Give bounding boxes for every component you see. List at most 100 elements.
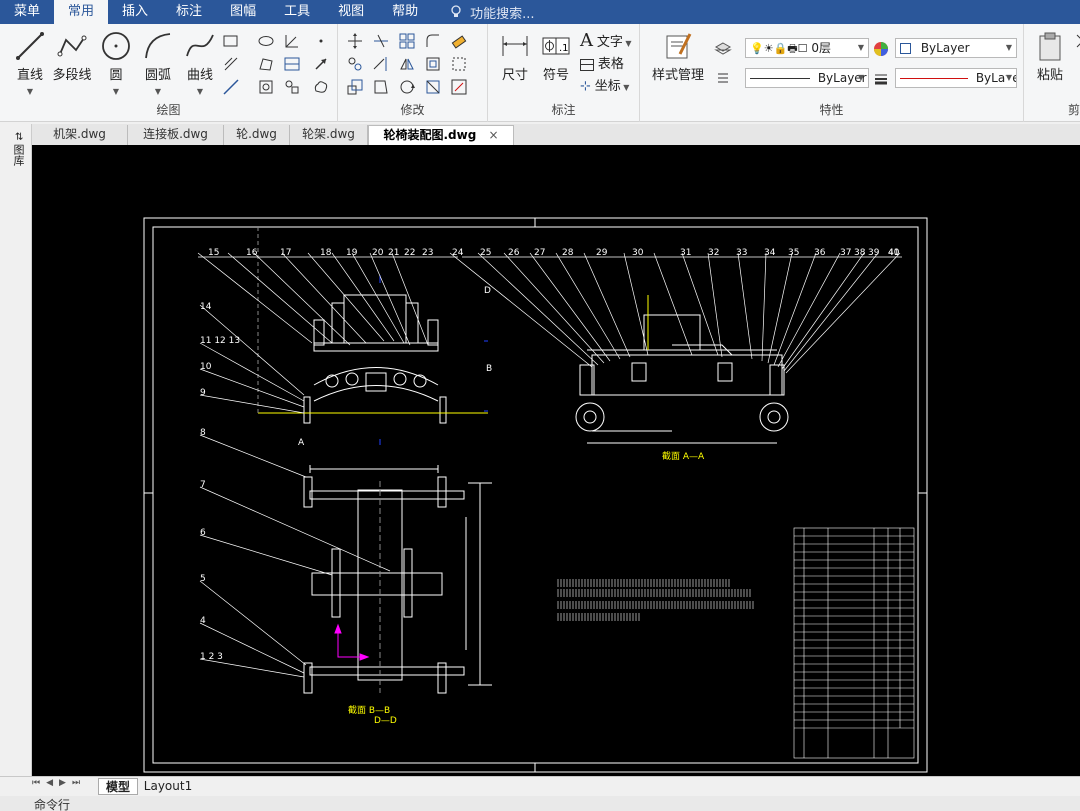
command-line-label: 命令行 — [34, 798, 71, 811]
section-aa-view — [575, 295, 789, 444]
menu-insert[interactable]: 插入 — [108, 0, 162, 24]
feature-search[interactable]: 功能搜索... — [450, 3, 535, 22]
lineweight-dropdown[interactable]: ByLayer ▼ — [895, 68, 1017, 88]
dimension-tool-button[interactable]: 尺寸 — [494, 30, 536, 83]
menu-help[interactable]: 帮助 — [378, 0, 432, 24]
curve-tool-button[interactable]: 曲线 ▼ — [178, 30, 222, 97]
symbol-tool-button[interactable]: .1 符号 — [536, 30, 576, 83]
menu-main[interactable]: 菜单 — [0, 0, 54, 24]
scale-icon[interactable] — [346, 78, 364, 96]
spline-icon — [186, 34, 214, 57]
tolerance-symbol-icon: .1 — [542, 37, 570, 55]
arrow-icon[interactable] — [312, 55, 330, 73]
layout-tab-layout1[interactable]: Layout1 — [142, 778, 194, 795]
balloon-number: 27 — [534, 248, 545, 258]
mirror-icon[interactable] — [398, 55, 416, 73]
balloon-number: 15 — [208, 248, 219, 258]
doc-tab-wheel-frame[interactable]: 轮架.dwg — [290, 125, 368, 145]
top-view — [303, 465, 492, 694]
revcloud-icon[interactable] — [312, 78, 330, 96]
chevron-down-icon: ▼ — [1005, 69, 1012, 87]
paste-button[interactable]: 粘贴 — [1030, 30, 1070, 83]
circle-icon — [102, 32, 130, 60]
properties-panel: 样式管理 💡☀🔒🖶☐ 0层 ▼ ByLayer ▼ ByLayer ▼ ByLa… — [640, 24, 1024, 122]
menu-view[interactable]: 视图 — [324, 0, 378, 24]
balloon-number: 7 — [200, 480, 206, 490]
annotate-panel: 尺寸 .1 符号 A 文字 ▼ 表格 ⊹ 坐标 ▼ 标注 — [488, 24, 640, 122]
ellipse-icon[interactable] — [257, 32, 275, 50]
sheet-border — [143, 217, 928, 773]
eraser-icon[interactable] — [450, 32, 468, 50]
svg-text:.1: .1 — [559, 43, 569, 54]
drawing-frame — [152, 226, 919, 764]
balloon-number: 18 — [320, 248, 332, 258]
point-icon[interactable] — [312, 32, 330, 50]
layer-list-icon[interactable] — [714, 68, 732, 86]
technical-notes — [557, 579, 754, 621]
doc-tab-wheel[interactable]: 轮.dwg — [224, 125, 290, 145]
feature-search-placeholder: 功能搜索... — [470, 6, 535, 22]
layer-manager-icon[interactable] — [714, 40, 732, 58]
library-tab[interactable]: ⇄ 图库 — [8, 132, 25, 166]
color-wheel-icon[interactable] — [872, 40, 890, 58]
layer-dropdown[interactable]: 💡☀🔒🖶☐ 0层 ▼ — [745, 38, 869, 58]
balloon-number: 20 — [372, 248, 384, 258]
cad-drawing: 15 16 17 18 19 20 21 22 23 24 25 26 27 28 29 30 31 32 33 34… — [143, 217, 928, 773]
coordinate-tool-button[interactable]: ⊹ 坐标 ▼ — [580, 75, 640, 94]
balloon-number: 23 — [422, 248, 433, 258]
stretch-icon[interactable] — [372, 78, 390, 96]
clipboard-icon — [1039, 32, 1061, 61]
extend-icon[interactable] — [372, 55, 390, 73]
line-tool-label: 直线 — [16, 68, 43, 83]
region-icon[interactable] — [257, 55, 275, 73]
trim-icon[interactable] — [372, 32, 390, 50]
draw-panel: 直线 ▼ 多段线 圆 ▼ 圆弧 ▼ 曲线 ▼ 绘图 — [0, 24, 338, 122]
close-icon[interactable]: × — [488, 128, 498, 142]
balloon-number: 33 — [736, 248, 747, 258]
layout-nav-buttons[interactable]: ⏮◀▶⏭ — [32, 778, 86, 788]
block-icon[interactable] — [257, 78, 275, 96]
explode-icon[interactable] — [424, 78, 442, 96]
move-icon[interactable] — [346, 32, 364, 50]
fillet-icon[interactable] — [424, 32, 442, 50]
rectangle-icon[interactable] — [222, 32, 240, 50]
hatch-icon[interactable] — [222, 55, 240, 73]
document-tab-bar: 机架.dwg 连接板.dwg 轮.dwg 轮架.dwg 轮椅装配图.dwg × — [32, 124, 1080, 145]
menu-home[interactable]: 常用 — [54, 0, 109, 24]
group-icon[interactable] — [283, 78, 301, 96]
break-icon[interactable] — [450, 55, 468, 73]
menu-annotate[interactable]: 标注 — [162, 0, 216, 24]
doc-tab-wheelchair-assembly[interactable]: 轮椅装配图.dwg × — [368, 125, 514, 145]
construction-line-icon[interactable] — [222, 78, 240, 96]
cut-icon[interactable] — [1074, 32, 1080, 50]
balloon-number: 29 — [596, 248, 608, 258]
balloon-number: 9 — [200, 388, 206, 398]
lineweight-icon[interactable] — [872, 70, 890, 88]
style-manager-button[interactable]: 样式管理 — [648, 30, 708, 83]
arc-tool-button[interactable]: 圆弧 ▼ — [136, 30, 180, 97]
doc-tab-frame[interactable]: 机架.dwg — [32, 125, 128, 145]
menu-sheet[interactable]: 图幅 — [216, 0, 270, 24]
copy-icon[interactable] — [346, 55, 364, 73]
layout-tab-model[interactable]: 模型 — [98, 778, 138, 795]
array-icon[interactable] — [398, 32, 416, 50]
balloon-number: 38 — [854, 248, 866, 258]
text-tool-button[interactable]: A 文字 ▼ — [580, 30, 640, 51]
view-label-bb: 截面 B—B — [348, 704, 390, 716]
menu-tools[interactable]: 工具 — [270, 0, 324, 24]
line-tool-button[interactable]: 直线 ▼ — [8, 30, 52, 97]
menu-bar: 菜单 常用 插入 标注 图幅 工具 视图 帮助 功能搜索... — [0, 0, 1080, 24]
command-line[interactable]: 命令行 — [0, 796, 1080, 811]
offset-icon[interactable] — [424, 55, 442, 73]
properties-match-icon[interactable] — [450, 78, 468, 96]
table-draw-icon[interactable] — [283, 55, 301, 73]
table-tool-button[interactable]: 表格 — [580, 53, 640, 72]
doc-tab-plate[interactable]: 连接板.dwg — [128, 125, 224, 145]
angle-line-icon[interactable] — [283, 32, 301, 50]
rotate-icon[interactable] — [398, 78, 416, 96]
drawing-canvas[interactable]: 15 16 17 18 19 20 21 22 23 24 25 26 27 28 29 30 31 32 33 34… — [32, 145, 1080, 776]
color-dropdown[interactable]: ByLayer ▼ — [895, 38, 1017, 58]
linetype-dropdown[interactable]: ByLayer ▼ — [745, 68, 869, 88]
circle-tool-button[interactable]: 圆 ▼ — [94, 30, 138, 97]
polyline-tool-button[interactable]: 多段线 — [50, 30, 94, 83]
